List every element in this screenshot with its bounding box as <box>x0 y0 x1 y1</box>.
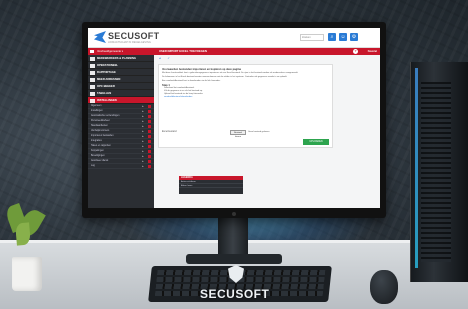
edit-icon[interactable] <box>148 130 151 133</box>
toolbar: ◂ ✓ <box>154 55 380 62</box>
monitor: SECUSOFT LIDMAATSCHAP IN REGELGEVING Zoe… <box>82 22 386 218</box>
power-led <box>232 212 236 216</box>
edit-icon[interactable] <box>148 150 151 153</box>
add-icon[interactable]: + <box>142 115 145 118</box>
page-header: USER IMPORT EXCEL TOEVOEGEN ? Favoriet <box>154 48 380 55</box>
app-topbar: SECUSOFT LIDMAATSCHAP IN REGELGEVING Zoe… <box>88 28 380 48</box>
sidebar-home[interactable]: Voorbeeldgemeente ▾ <box>88 48 154 55</box>
brand-logo[interactable]: SECUSOFT LIDMAATSCHAP IN REGELGEVING <box>94 30 164 46</box>
monitor-stand <box>218 218 248 258</box>
edit-icon[interactable] <box>148 155 151 158</box>
edit-icon[interactable] <box>148 165 151 168</box>
add-icon[interactable]: + <box>142 160 145 163</box>
card-title: Voorwaarden bestanden importeren en kopi… <box>162 68 241 71</box>
edit-icon[interactable] <box>148 160 151 163</box>
add-icon[interactable]: + <box>142 125 145 128</box>
file-status: Geen bestand gekozen <box>248 131 270 133</box>
sidebar-item-tabellen[interactable]: TABELLEN <box>88 90 154 97</box>
edit-icon[interactable] <box>148 135 151 138</box>
user-icon[interactable]: ☺ <box>339 33 347 41</box>
edit-icon[interactable] <box>148 115 151 118</box>
download-link[interactable]: voorbeeldbestand downloaden <box>162 96 329 99</box>
keyboard-brand: SECUSOFT <box>200 287 270 301</box>
card-paragraph: Met deze functionaliteit kunt u gebruike… <box>162 72 299 74</box>
add-icon[interactable]: + <box>142 165 145 168</box>
edit-icon[interactable] <box>148 105 151 108</box>
add-icon[interactable]: + <box>142 145 145 148</box>
sidebar-item-opc-beheer[interactable]: OPC BEHEER <box>88 83 154 90</box>
add-icon[interactable]: + <box>142 105 145 108</box>
file-upload-row: Excel-bestand Bestand kiezen Geen bestan… <box>162 130 329 138</box>
add-icon[interactable]: + <box>142 130 145 133</box>
add-icon[interactable]: + <box>142 110 145 113</box>
help-icon[interactable]: ? <box>353 49 358 54</box>
import-card: Voorwaarden bestanden importeren en kopi… <box>158 64 333 148</box>
brand-tagline: LIDMAATSCHAP IN REGELGEVING <box>108 41 151 44</box>
sidebar-item-instellingen[interactable]: INSTELLINGEN <box>88 97 154 104</box>
edit-icon[interactable] <box>148 140 151 143</box>
pc-tower <box>410 62 468 282</box>
search-input[interactable]: Zoeken <box>300 34 324 41</box>
page-title: USER IMPORT EXCEL TOEVOEGEN <box>159 49 207 53</box>
edit-icon[interactable] <box>148 110 151 113</box>
main-content: USER IMPORT EXCEL TOEVOEGEN ? Favoriet ◂… <box>154 48 380 208</box>
plant-pot <box>12 257 42 291</box>
upload-button[interactable]: UPLOADEN <box>303 139 329 145</box>
screen: SECUSOFT LIDMAATSCHAP IN REGELGEVING Zoe… <box>88 28 380 208</box>
tower-led-strip <box>415 68 418 268</box>
edit-icon[interactable] <box>148 120 151 123</box>
add-icon[interactable]: + <box>142 150 145 153</box>
add-icon[interactable]: + <box>142 155 145 158</box>
legend-panel: LEGENDA Acties zichtbaar Alleen lezen <box>179 176 243 194</box>
sidebar-subitem[interactable]: Log + <box>88 164 154 169</box>
logo-mark-icon <box>94 31 106 43</box>
search-icon[interactable]: ⌕ <box>328 33 336 41</box>
legend-row: Alleen lezen <box>179 184 243 188</box>
sidebar: Voorbeeldgemeente ▾ MEDEWERKERS & PLANNI… <box>88 48 154 208</box>
file-label: Excel-bestand <box>162 131 177 133</box>
mouse <box>370 270 398 304</box>
back-icon[interactable]: ◂ <box>159 56 161 60</box>
brand-name: SECUSOFT <box>108 31 160 41</box>
monitor-foot <box>186 254 282 264</box>
add-icon[interactable]: + <box>142 135 145 138</box>
edit-icon[interactable] <box>148 125 151 128</box>
edit-icon[interactable] <box>148 145 151 148</box>
choose-file-button[interactable]: Bestand kiezen <box>230 130 246 138</box>
sidebar-item-meer-adressen[interactable]: MEER ADRESSEN <box>88 76 154 83</box>
tower-vent <box>421 82 451 262</box>
settings-icon[interactable]: ⚙ <box>350 33 358 41</box>
sidebar-item-operationeel[interactable]: OPERATIONEEL <box>88 62 154 69</box>
card-paragraph: Een voorbeeldbestand kunt u downloaden v… <box>162 79 221 82</box>
card-paragraph: De kolommen in het Excel-bestand moeten … <box>162 75 287 78</box>
favorite-link[interactable]: Favoriet <box>368 48 377 55</box>
add-icon[interactable]: + <box>142 120 145 123</box>
sidebar-item-medewerkers[interactable]: MEDEWERKERS & PLANNING <box>88 55 154 62</box>
check-icon[interactable]: ✓ <box>167 56 170 60</box>
add-icon[interactable]: + <box>142 140 145 143</box>
plant-decoration <box>4 203 46 291</box>
sidebar-item-rapportage[interactable]: RAPPORTAGE <box>88 69 154 76</box>
